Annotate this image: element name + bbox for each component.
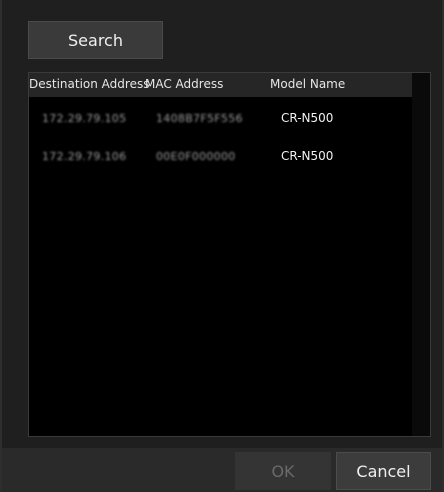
destination-address-cell: 172.29.79.105 — [42, 112, 127, 125]
cancel-button[interactable]: Cancel — [336, 452, 431, 490]
model-name-cell: CR-N500 — [281, 149, 334, 163]
column-header-destination-address[interactable]: Destination Address — [29, 77, 149, 91]
list-header: Destination Address MAC Address Model Na… — [29, 73, 412, 97]
column-header-mac-address[interactable]: MAC Address — [145, 77, 223, 91]
table-row[interactable]: 172.29.79.105 1408B7F5F556 CR-N500 — [29, 100, 412, 138]
vertical-scrollbar[interactable] — [412, 73, 430, 436]
mac-address-cell: 00E0F000000 — [156, 150, 236, 163]
destination-address-cell: 172.29.79.106 — [42, 150, 127, 163]
device-search-dialog: Search Destination Address MAC Address M… — [0, 0, 444, 492]
model-name-cell: CR-N500 — [281, 111, 334, 125]
dialog-footer: OK Cancel — [2, 448, 442, 492]
column-header-model-name[interactable]: Model Name — [270, 77, 345, 91]
search-button[interactable]: Search — [28, 21, 163, 59]
table-row[interactable]: 172.29.79.106 00E0F000000 CR-N500 — [29, 138, 412, 176]
ok-button[interactable]: OK — [235, 452, 331, 490]
mac-address-cell: 1408B7F5F556 — [156, 112, 243, 125]
device-list[interactable]: Destination Address MAC Address Model Na… — [28, 72, 431, 437]
